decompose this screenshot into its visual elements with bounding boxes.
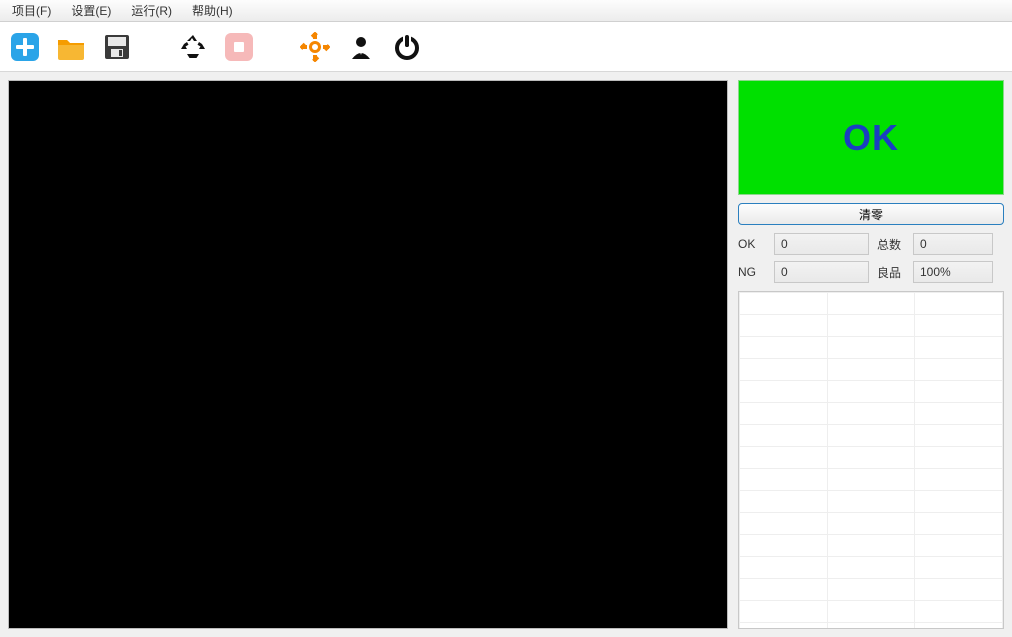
- folder-icon: [56, 32, 86, 62]
- ng-label: NG: [738, 265, 766, 279]
- ok-value: 0: [774, 233, 869, 255]
- image-viewer[interactable]: [8, 80, 728, 629]
- menu-bar: 项目(F) 设置(E) 运行(R) 帮助(H): [0, 0, 1012, 22]
- new-button[interactable]: [8, 30, 42, 64]
- open-button[interactable]: [54, 30, 88, 64]
- menu-project[interactable]: 项目(F): [4, 0, 59, 21]
- settings-button[interactable]: [298, 30, 332, 64]
- table-row: [740, 601, 1003, 623]
- side-panel: OK 清零 OK 0 总数 0 NG 0 良品 100%: [738, 80, 1004, 629]
- toolbar: [0, 22, 1012, 72]
- table-row: [740, 359, 1003, 381]
- yield-value: 100%: [913, 261, 993, 283]
- total-label: 总数: [877, 236, 905, 253]
- main-area: OK 清零 OK 0 总数 0 NG 0 良品 100%: [0, 72, 1012, 637]
- clear-button[interactable]: 清零: [738, 203, 1004, 225]
- menu-run[interactable]: 运行(R): [123, 0, 180, 21]
- power-icon: [392, 32, 422, 62]
- result-label: OK: [843, 117, 899, 159]
- table-row: [740, 469, 1003, 491]
- floppy-icon: [102, 32, 132, 62]
- result-panel: OK: [738, 80, 1004, 195]
- table-row: [740, 579, 1003, 601]
- ng-value: 0: [774, 261, 869, 283]
- user-icon: [346, 32, 376, 62]
- stats-panel: OK 0 总数 0 NG 0 良品 100%: [738, 233, 1004, 283]
- table-row: [740, 623, 1003, 630]
- table-row: [740, 293, 1003, 315]
- table-row: [740, 381, 1003, 403]
- menu-help[interactable]: 帮助(H): [184, 0, 241, 21]
- user-button[interactable]: [344, 30, 378, 64]
- table-row: [740, 315, 1003, 337]
- total-value: 0: [913, 233, 993, 255]
- table-row: [740, 447, 1003, 469]
- save-button[interactable]: [100, 30, 134, 64]
- table-row: [740, 425, 1003, 447]
- stop-icon: [224, 32, 254, 62]
- plus-icon: [10, 32, 40, 62]
- table-row: [740, 513, 1003, 535]
- log-table[interactable]: [738, 291, 1004, 629]
- table-row: [740, 535, 1003, 557]
- table-row: [740, 491, 1003, 513]
- yield-label: 良品: [877, 264, 905, 281]
- table-row: [740, 403, 1003, 425]
- recycle-button[interactable]: [176, 30, 210, 64]
- power-button[interactable]: [390, 30, 424, 64]
- recycle-icon: [178, 32, 208, 62]
- menu-settings[interactable]: 设置(E): [63, 0, 119, 21]
- ok-label: OK: [738, 237, 766, 251]
- table-row: [740, 557, 1003, 579]
- stop-button[interactable]: [222, 30, 256, 64]
- table-row: [740, 337, 1003, 359]
- gear-icon: [300, 32, 330, 62]
